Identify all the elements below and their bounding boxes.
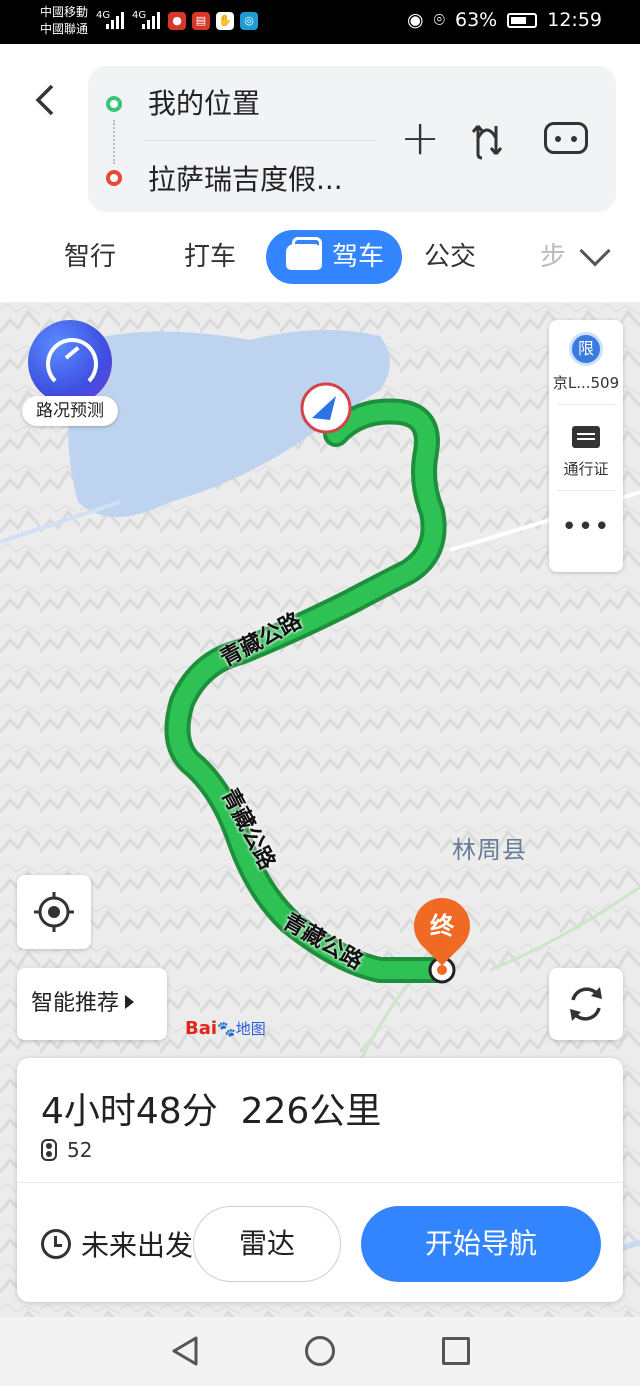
traffic-light-icon: [41, 1139, 57, 1161]
traffic-forecast-label: 路况预测: [22, 396, 118, 426]
carrier-2: 中國聯通: [40, 22, 89, 36]
baidu-logo: Bai🐾地图: [185, 1018, 266, 1039]
traffic-forecast-button[interactable]: 路况预测: [22, 320, 118, 426]
car-icon: [286, 237, 322, 270]
refresh-icon: [570, 987, 602, 1021]
radar-button[interactable]: 雷达: [193, 1206, 341, 1282]
book-app-icon: ▤: [192, 12, 210, 30]
tab-drive[interactable]: 驾车: [266, 230, 403, 284]
battery-percent: 63%: [455, 9, 498, 31]
clock-icon: [41, 1229, 71, 1259]
tab-drive-label: 驾车: [332, 242, 385, 272]
hand-app-icon: ✋: [216, 12, 234, 30]
carrier-1: 中國移動: [40, 5, 89, 19]
chevron-down-icon[interactable]: [579, 235, 611, 267]
eye-icon: ◉: [407, 9, 424, 31]
status-bar: 中國移動 中國聯通 4G 4G ● ▤ ✋ ◎ ◉ ⌾ 63% 12:59: [0, 0, 640, 44]
nav-recents-icon[interactable]: [442, 1337, 470, 1365]
smart-recommend-button[interactable]: 智能推荐: [17, 968, 167, 1040]
future-departure-button[interactable]: 未来出发: [41, 1224, 193, 1264]
tab-walk[interactable]: 步: [540, 230, 566, 284]
divider: [144, 140, 376, 141]
tab-smart[interactable]: 智行: [64, 230, 116, 284]
travel-mode-tabs: 智行 打车 驾车 公交 步: [0, 230, 640, 290]
end-marker-label: 终: [430, 912, 454, 940]
tab-taxi[interactable]: 打车: [184, 230, 236, 284]
smart-recommend-label: 智能推荐: [31, 991, 120, 1016]
car-preference-icon[interactable]: [544, 122, 588, 154]
restriction-icon[interactable]: 限: [569, 332, 603, 366]
map-side-panel: 限 京L...509 通行证 •••: [549, 320, 623, 572]
play-triangle-icon: [125, 995, 135, 1009]
divider: [557, 490, 615, 491]
route-time-distance: 4小时48分 226公里: [41, 1082, 381, 1134]
locate-me-button[interactable]: [17, 875, 91, 949]
clock-time: 12:59: [547, 9, 602, 31]
battery-icon: [507, 12, 538, 28]
end-dot-icon: [106, 170, 122, 186]
route-distance: 226公里: [240, 1091, 382, 1132]
speedometer-icon: [28, 320, 112, 404]
signal-icon: [106, 12, 124, 29]
browser-app-icon: ◎: [240, 12, 258, 30]
tab-transit[interactable]: 公交: [424, 230, 476, 284]
start-navigation-button[interactable]: 开始导航: [361, 1206, 601, 1282]
nav-home-icon[interactable]: [305, 1336, 335, 1366]
nav-back-icon[interactable]: [170, 1335, 200, 1367]
add-waypoint-icon[interactable]: +: [400, 114, 440, 162]
route-summary-card[interactable]: 4小时48分 226公里 52 未来出发 雷达 开始导航: [17, 1058, 623, 1302]
future-departure-label: 未来出发: [81, 1229, 194, 1262]
status-right: ◉ ⌾ 63% 12:59: [407, 9, 602, 31]
permit-icon[interactable]: [572, 426, 600, 448]
route-header: 我的位置 拉萨瑞吉度假... + 智行 打车 驾车 公交 步: [0, 44, 640, 302]
signal-icon: [142, 12, 160, 29]
permit-label[interactable]: 通行证: [549, 458, 623, 479]
plate-number[interactable]: 京L...509: [549, 372, 623, 393]
back-arrow-icon[interactable]: [30, 80, 70, 120]
mic-app-icon: ●: [168, 12, 186, 30]
divider: [17, 1182, 623, 1183]
refresh-button[interactable]: [549, 968, 623, 1040]
location-icon: ⌾: [433, 9, 445, 31]
system-nav-bar: [0, 1317, 640, 1386]
carrier-labels: 中國移動 中國聯通: [40, 4, 88, 38]
crosshair-icon: [34, 892, 74, 932]
route-connector: [113, 120, 115, 164]
start-dot-icon: [106, 96, 122, 112]
divider: [557, 404, 615, 405]
county-label: 林周县: [452, 836, 527, 864]
traffic-lights-count: 52: [41, 1138, 92, 1162]
start-location-field[interactable]: 我的位置: [148, 82, 260, 122]
end-location-field[interactable]: 拉萨瑞吉度假...: [148, 158, 343, 198]
route-input-box: 我的位置 拉萨瑞吉度假... +: [88, 66, 616, 212]
more-icon[interactable]: •••: [549, 512, 623, 542]
swap-route-icon[interactable]: [470, 118, 504, 166]
route-duration: 4小时48分: [41, 1091, 218, 1132]
traffic-lights-number: 52: [67, 1138, 93, 1162]
